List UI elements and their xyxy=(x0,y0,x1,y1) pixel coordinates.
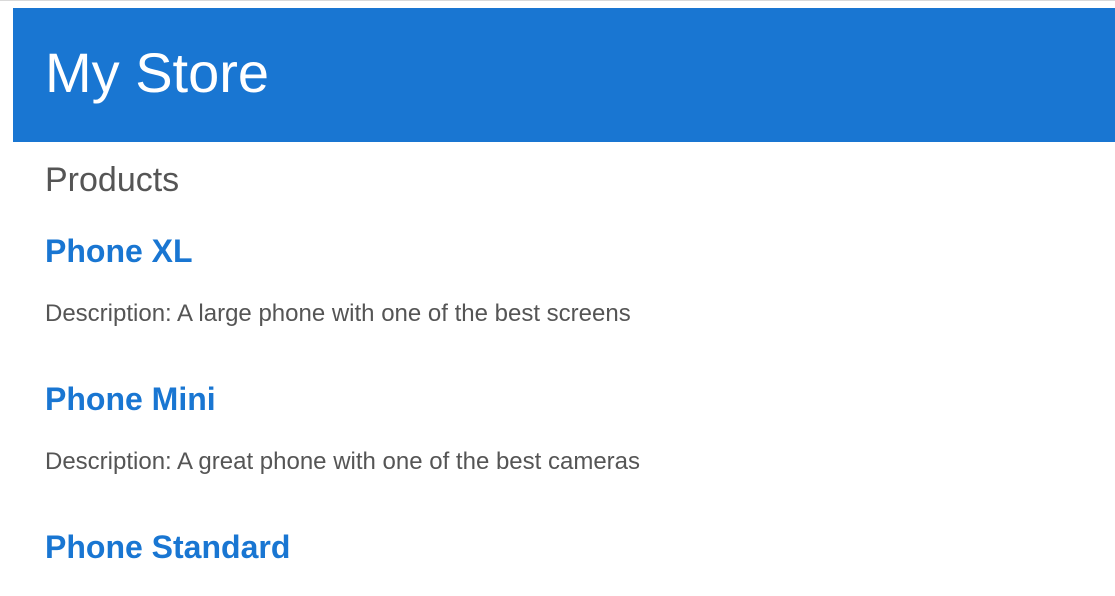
product-name-link[interactable]: Phone Standard xyxy=(45,528,290,596)
product-name-link[interactable]: Phone Mini xyxy=(45,380,216,448)
top-bar: My Store xyxy=(13,8,1115,142)
store-title-link[interactable]: My Store xyxy=(45,45,269,101)
product-item: Phone Mini Description: A great phone wi… xyxy=(45,380,1085,528)
product-item: Phone XL Description: A large phone with… xyxy=(45,232,1085,380)
page-title: Products xyxy=(45,161,180,199)
product-item: Phone Standard xyxy=(45,528,1085,596)
product-name-link[interactable]: Phone XL xyxy=(45,232,193,300)
product-description: Description: A great phone with one of t… xyxy=(45,448,641,475)
products-page: Products Phone XL Description: A large p… xyxy=(45,160,1085,596)
product-description: Description: A large phone with one of t… xyxy=(45,300,631,327)
top-rule xyxy=(0,0,1115,8)
